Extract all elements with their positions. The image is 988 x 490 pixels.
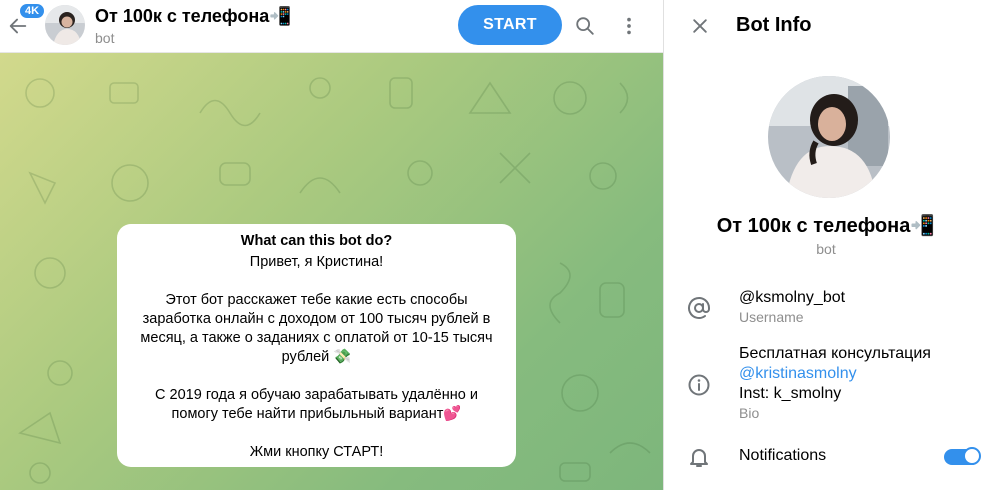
unread-badge: 4K: [18, 2, 47, 20]
avatar[interactable]: [45, 5, 85, 45]
card-paragraph-3: Жми кнопку СТАРТ!: [249, 444, 384, 460]
card-paragraph-2: С 2019 года я обучаю зарабатывать удалён…: [155, 387, 478, 422]
toggle-knob: [963, 447, 981, 465]
close-button[interactable]: [686, 12, 714, 40]
bot-type: bot: [816, 241, 836, 257]
profile-photo[interactable]: [768, 76, 890, 198]
start-button[interactable]: START: [458, 5, 562, 45]
notifications-label: Notifications: [739, 447, 827, 464]
username-row[interactable]: @ksmolny_bot Username: [739, 288, 845, 326]
username-row-icon: [686, 295, 712, 321]
bio-line-1: Бесплатная консультация: [739, 345, 931, 362]
panel-title: Bot Info: [736, 14, 812, 36]
chat-subtitle: bot: [95, 30, 115, 46]
notifications-toggle[interactable]: [944, 447, 981, 465]
notifications-row-icon: [686, 444, 712, 470]
telegram-window: 4K От 100к с телефона📲 bot START What ca…: [0, 0, 988, 490]
bio-link[interactable]: @kristinasmolny: [739, 364, 931, 384]
at-sign-icon: [688, 297, 710, 319]
info-icon: [688, 374, 710, 396]
card-greeting: Привет, я Кристина!: [249, 254, 384, 270]
card-paragraph-1: Этот бот расскажет тебе какие есть спосо…: [140, 292, 493, 365]
chat-pane: 4K От 100к с телефона📲 bot START What ca…: [0, 0, 663, 490]
more-vertical-icon: [627, 17, 631, 35]
bio-row-icon: [686, 372, 712, 398]
username-value: @ksmolny_bot: [739, 289, 846, 306]
close-icon: [693, 19, 707, 33]
chat-title: От 100к с телефона📲: [95, 6, 292, 26]
notifications-row[interactable]: Notifications: [739, 446, 826, 466]
chat-title-block[interactable]: От 100к с телефона📲 bot: [95, 5, 292, 47]
bot-name: От 100к с телефона📲: [716, 215, 936, 237]
more-button[interactable]: [615, 12, 643, 40]
chat-background: What can this bot do? Привет, я Кристина…: [0, 53, 663, 490]
bot-description-card: What can this bot do? Привет, я Кристина…: [117, 224, 516, 467]
card-heading: What can this bot do?: [240, 233, 393, 249]
bio-label: Bio: [739, 405, 760, 421]
username-label: Username: [739, 309, 804, 325]
bot-info-panel: Bot Info От 100к с телефона📲 bot @ksmoln…: [664, 0, 988, 490]
chat-header: 4K От 100к с телефона📲 bot START: [0, 0, 663, 53]
bio-row: Бесплатная консультация @kristinasmolny …: [739, 344, 931, 422]
search-button[interactable]: [571, 12, 599, 40]
search-icon: [576, 17, 594, 35]
bio-line-3: Inst: k_smolny: [739, 385, 842, 402]
bell-icon: [690, 449, 708, 467]
